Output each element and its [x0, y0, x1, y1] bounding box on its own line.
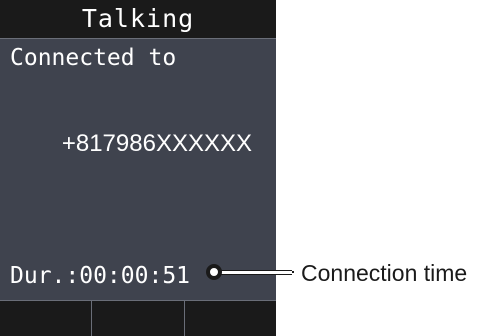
call-duration: Dur.:00:00:51 — [10, 263, 191, 289]
phone-number: +817986XXXXXX — [61, 130, 252, 157]
callout-pointer — [220, 270, 292, 275]
callout-dot — [206, 264, 222, 280]
figure: Talking Connected to +817986XXXXXX Dur.:… — [0, 0, 493, 336]
screen-title: Talking — [0, 0, 276, 38]
callout-label: Connection time — [301, 260, 468, 286]
softkey-bar — [0, 300, 276, 336]
softkey-center[interactable] — [92, 301, 185, 336]
phone-screen: Talking Connected to +817986XXXXXX Dur.:… — [0, 0, 276, 336]
call-info-panel: Connected to +817986XXXXXX Dur.:00:00:51 — [0, 38, 276, 300]
connected-to-label: Connected to — [10, 45, 177, 71]
softkey-right[interactable] — [185, 301, 276, 336]
softkey-left[interactable] — [0, 301, 93, 336]
